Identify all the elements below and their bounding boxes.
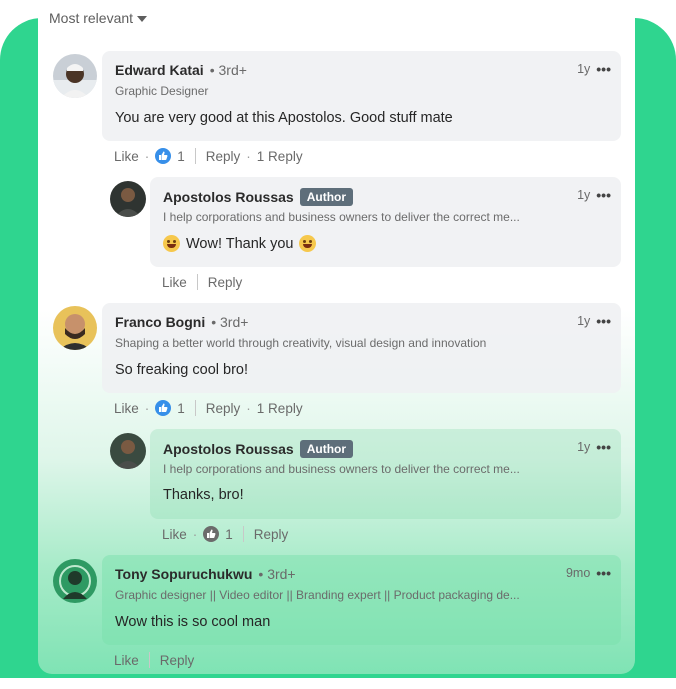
comment-text-content: You are very good at this Apostolos. Goo… (115, 110, 453, 126)
like-button[interactable]: Like (114, 149, 139, 164)
sort-label: Most relevant (49, 10, 134, 26)
connection-degree: • 3rd+ (209, 62, 247, 78)
comment-meta: 9mo ••• (566, 566, 611, 580)
comment-bubble: Franco Bogni • 3rd+ Shaping a better wor… (102, 303, 621, 393)
reply-text-content: Wow! Thank you (186, 235, 294, 252)
divider (196, 274, 198, 290)
comment-bubble: Edward Katai • 3rd+ Graphic Designer You… (102, 51, 621, 141)
reply-text: Wow! Thank you (163, 235, 317, 252)
comment-actions: Like Reply (114, 652, 194, 668)
like-button[interactable]: Like (162, 275, 187, 290)
reaction-count[interactable]: 1 (177, 149, 185, 164)
comment-text: Wow this is so cool man (115, 614, 270, 630)
author-badge: Author (299, 440, 354, 458)
avatar[interactable] (110, 181, 146, 217)
more-icon[interactable]: ••• (596, 440, 611, 454)
avatar[interactable] (53, 54, 97, 98)
comment-actions: Like · 1 Reply · 1 Reply (114, 400, 303, 416)
comment-meta: 1y ••• (577, 314, 611, 328)
more-icon[interactable]: ••• (596, 566, 611, 580)
comment-actions: Like · 1 Reply · 1 Reply (114, 148, 303, 164)
separator-dot: · (246, 400, 251, 416)
replies-link[interactable]: 1 Reply (257, 401, 303, 416)
reply-button[interactable]: Reply (160, 653, 195, 668)
more-icon[interactable]: ••• (596, 314, 611, 328)
divider (194, 400, 196, 416)
commenter-headline: I help corporations and business owners … (163, 462, 520, 476)
avatar[interactable] (53, 559, 97, 603)
comment-text: So freaking cool bro! (115, 362, 248, 378)
commenter-name[interactable]: Apostolos Roussas (163, 441, 294, 457)
comment-time: 1y (577, 440, 591, 454)
commenter-name[interactable]: Edward Katai (115, 62, 204, 78)
reaction-count[interactable]: 1 (177, 401, 185, 416)
comment-bubble: Tony Sopuruchukwu • 3rd+ Graphic designe… (102, 555, 621, 645)
more-icon[interactable]: ••• (596, 62, 611, 76)
reaction-count[interactable]: 1 (225, 527, 233, 542)
like-reaction-icon[interactable] (155, 400, 172, 416)
commenter-headline: I help corporations and business owners … (163, 210, 520, 224)
like-button[interactable]: Like (114, 401, 139, 416)
separator-dot: · (144, 148, 150, 164)
avatar[interactable] (110, 433, 146, 469)
separator-dot: · (192, 526, 198, 542)
comment-text-content: So freaking cool bro! (115, 362, 248, 378)
reply-actions: Like · 1 Reply (162, 526, 288, 542)
commenter-name[interactable]: Franco Bogni (115, 314, 205, 330)
like-reaction-icon[interactable] (203, 526, 220, 542)
reply-actions: Like Reply (162, 274, 242, 290)
commenter-headline: Graphic designer || Video editor || Bran… (115, 588, 520, 602)
reply-text: Thanks, bro! (163, 487, 244, 503)
reply-bubble: Apostolos Roussas Author I help corporat… (150, 177, 621, 267)
reply-bubble: Apostolos Roussas Author I help corporat… (150, 429, 621, 519)
commenter-name[interactable]: Apostolos Roussas (163, 189, 294, 205)
divider (194, 148, 196, 164)
comment-time: 1y (577, 314, 591, 328)
reply-button[interactable]: Reply (254, 527, 289, 542)
comment-meta: 1y ••• (577, 188, 611, 202)
commenter-name[interactable]: Tony Sopuruchukwu (115, 566, 252, 582)
replies-link[interactable]: 1 Reply (257, 149, 303, 164)
avatar[interactable] (53, 306, 97, 350)
like-button[interactable]: Like (162, 527, 187, 542)
connection-degree: • 3rd+ (258, 566, 296, 582)
reply-button[interactable]: Reply (206, 149, 241, 164)
caret-down-icon (137, 15, 148, 22)
sort-dropdown[interactable]: Most relevant (49, 10, 148, 26)
separator-dot: · (246, 148, 251, 164)
divider (148, 652, 150, 668)
commenter-headline: Shaping a better world through creativit… (115, 336, 487, 350)
reply-button[interactable]: Reply (206, 401, 241, 416)
comment-meta: 1y ••• (577, 440, 611, 454)
comment-time: 9mo (565, 566, 591, 580)
comment-meta: 1y ••• (577, 62, 611, 76)
comments-panel: Most relevant Edward Katai • 3rd+ Graphi… (38, 0, 635, 674)
like-reaction-icon[interactable] (155, 148, 172, 164)
smile-emoji-icon (163, 235, 180, 252)
commenter-headline: Graphic Designer (115, 84, 209, 98)
author-badge: Author (299, 188, 354, 206)
comment-time: 1y (577, 62, 591, 76)
separator-dot: · (144, 400, 150, 416)
like-button[interactable]: Like (114, 653, 139, 668)
reply-text-content: Thanks, bro! (163, 487, 244, 503)
comment-time: 1y (577, 188, 591, 202)
divider (242, 526, 244, 542)
smile-emoji-icon (299, 235, 317, 252)
comment-text: You are very good at this Apostolos. Goo… (115, 110, 453, 126)
more-icon[interactable]: ••• (596, 188, 611, 202)
reply-button[interactable]: Reply (208, 275, 243, 290)
connection-degree: • 3rd+ (211, 314, 249, 330)
comment-text-content: Wow this is so cool man (115, 614, 271, 630)
